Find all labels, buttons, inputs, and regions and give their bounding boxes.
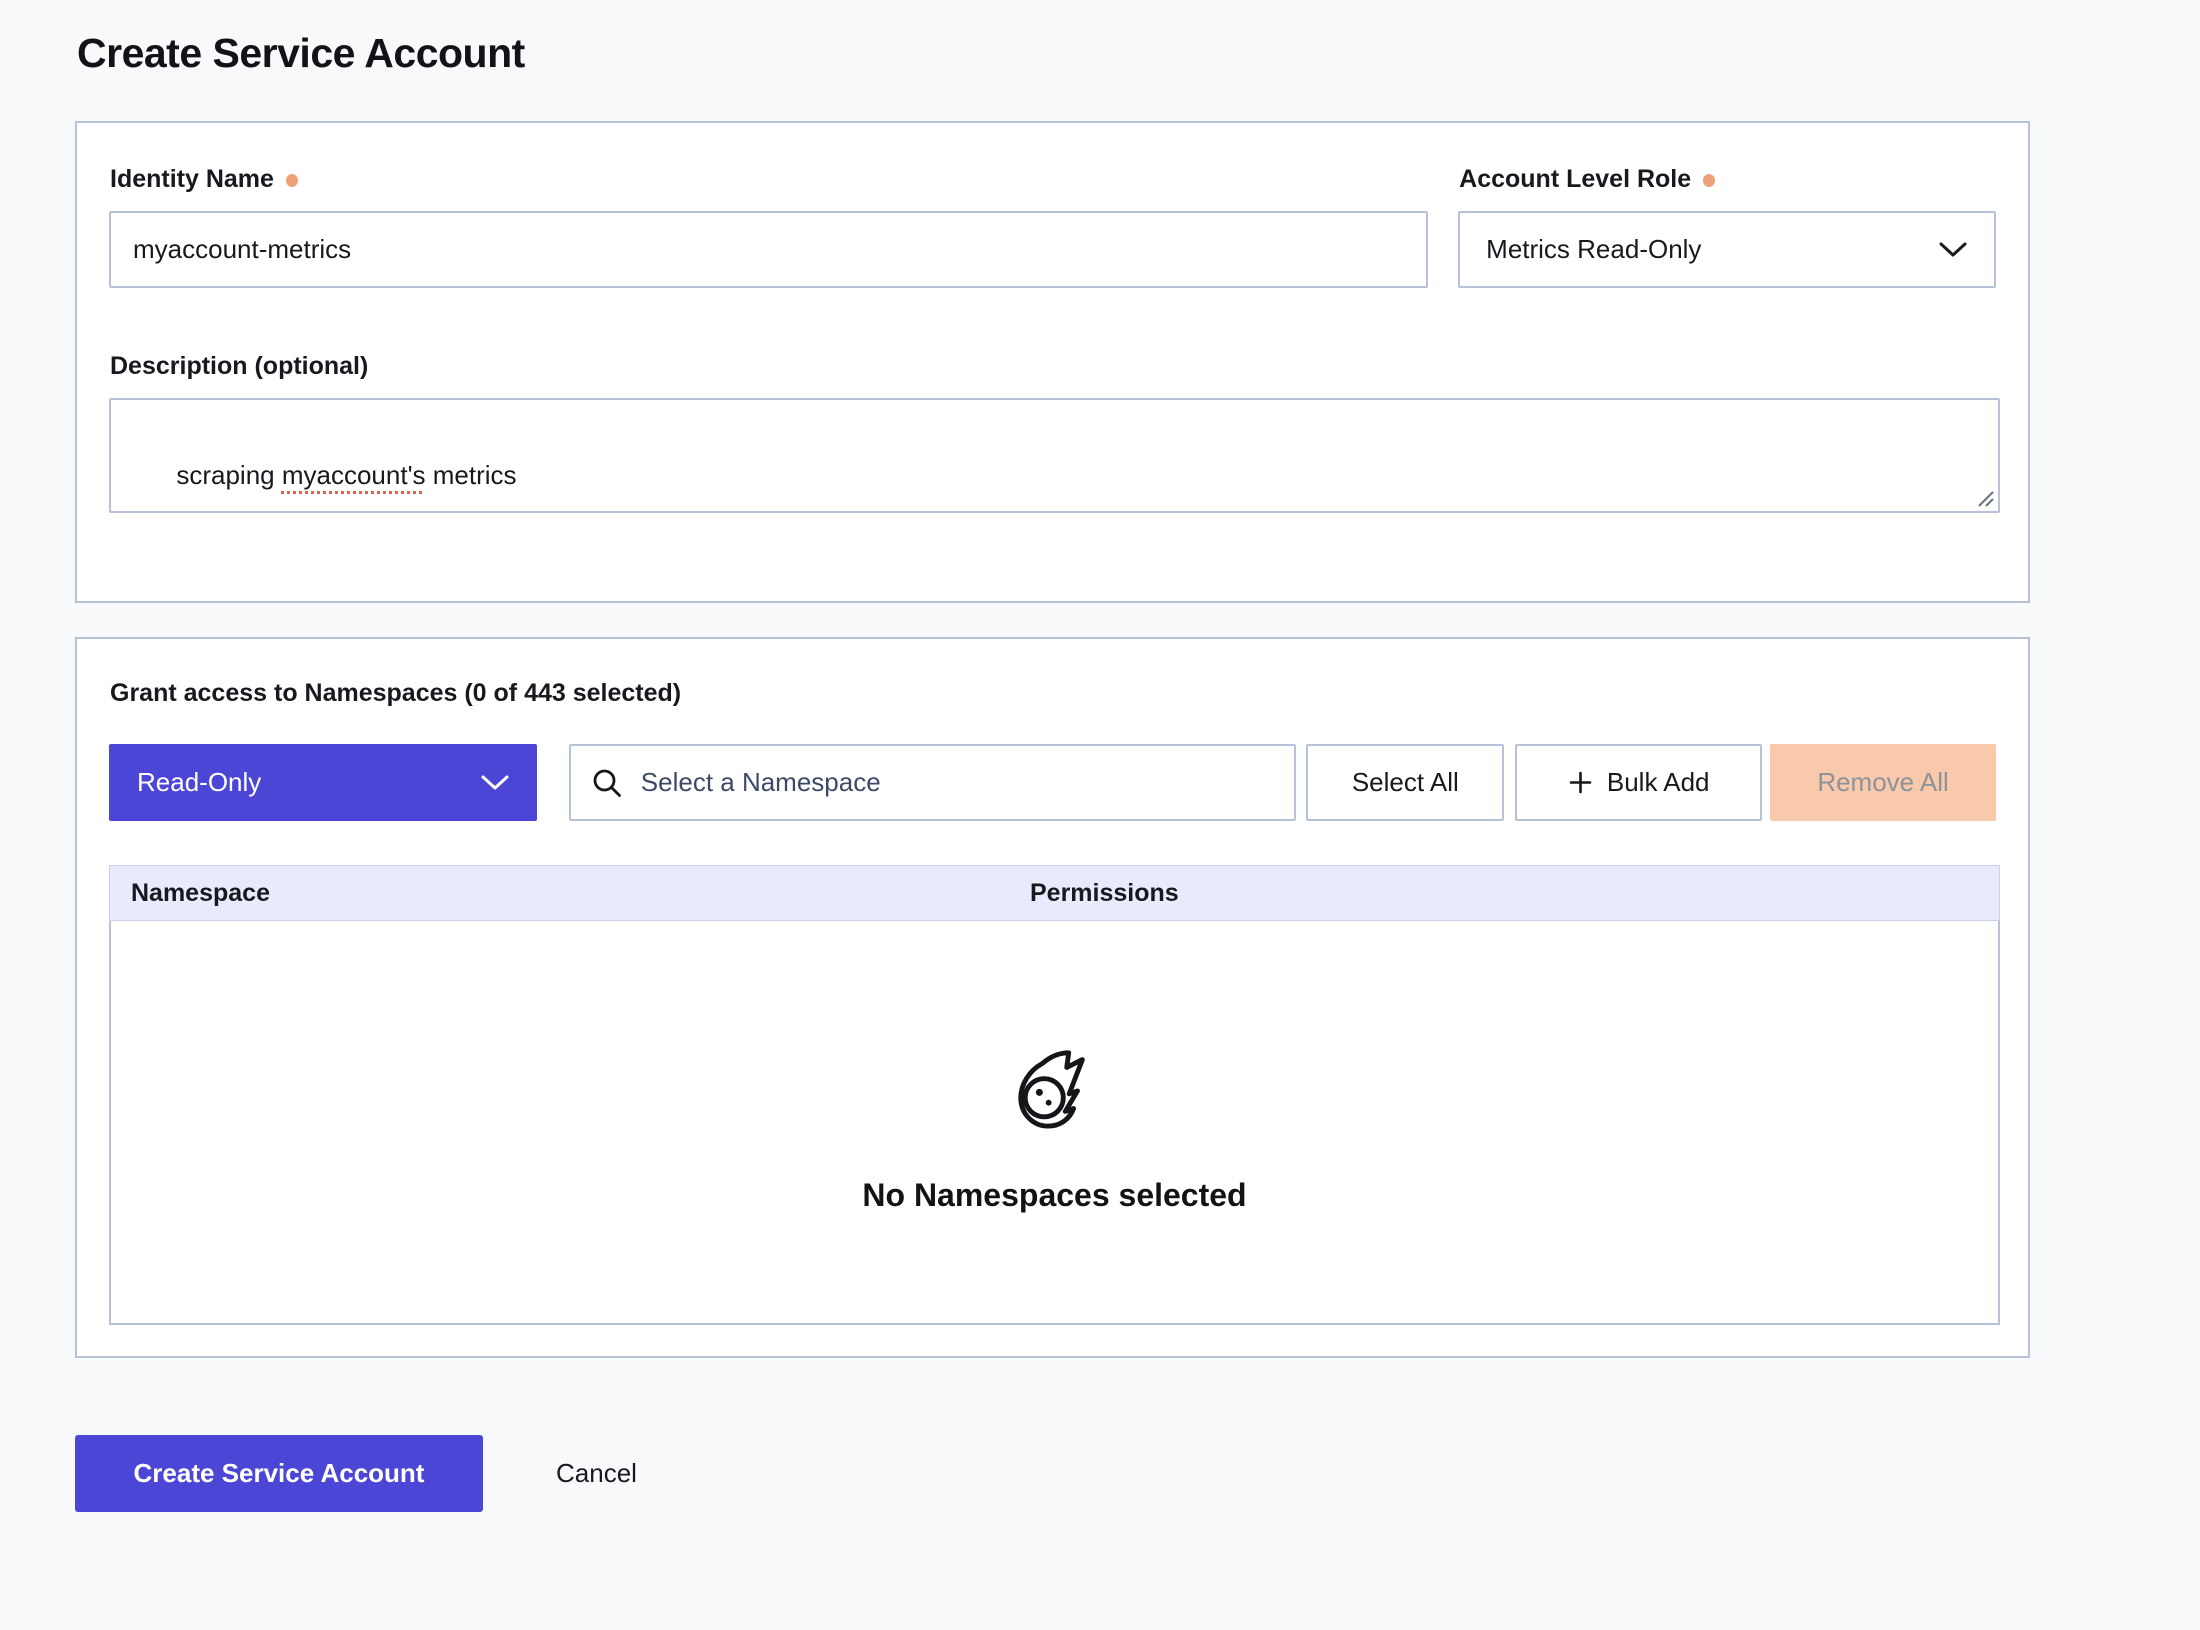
permission-role-dropdown[interactable]: Read-Only [109,744,537,821]
identity-name-label-text: Identity Name [110,164,274,194]
required-dot [286,174,298,187]
search-icon [591,767,623,799]
account-level-role-label: Account Level Role [1459,164,1996,194]
namespaces-card: Grant access to Namespaces (0 of 443 sel… [75,637,2030,1358]
chevron-down-icon [481,775,509,791]
namespace-search-box[interactable] [569,744,1297,821]
namespaces-table-empty-body: No Namespaces selected [109,921,2000,1325]
chevron-down-icon [1938,241,1968,258]
description-label-text: Description (optional) [110,351,368,381]
identity-name-input[interactable] [109,211,1428,288]
required-dot [1703,174,1715,187]
namespace-search-input[interactable] [639,766,1275,799]
permission-role-value: Read-Only [137,767,261,798]
column-header-permissions: Permissions [1030,879,1179,908]
column-header-namespace: Namespace [110,879,1030,908]
page-title: Create Service Account [77,30,2200,77]
create-service-account-button[interactable]: Create Service Account [75,1435,483,1512]
bulk-add-label: Bulk Add [1607,767,1710,798]
description-misspelled-word: myaccount's [282,460,426,490]
service-account-form-card: Identity Name Account Level Role Metrics… [75,121,2030,603]
meteor-icon [1011,1043,1099,1131]
namespaces-heading: Grant access to Namespaces (0 of 443 sel… [110,678,1996,708]
cancel-button[interactable]: Cancel [550,1457,643,1490]
description-text: metrics [426,460,517,490]
resize-handle-icon[interactable] [1975,488,1995,508]
description-label: Description (optional) [110,351,1996,381]
identity-name-label: Identity Name [110,164,1428,194]
account-level-role-label-text: Account Level Role [1459,164,1691,194]
namespaces-table: Namespace Permissions No Namespaces sele… [109,865,2000,1325]
bulk-add-button[interactable]: Bulk Add [1515,744,1762,821]
account-level-role-select[interactable]: Metrics Read-Only [1458,211,1996,288]
remove-all-button[interactable]: Remove All [1770,744,1996,821]
namespaces-table-header: Namespace Permissions [109,865,2000,921]
plus-icon [1568,770,1593,795]
description-textarea[interactable]: scraping myaccount's metrics [109,398,2000,513]
description-text: scraping [176,460,282,490]
empty-state-text: No Namespaces selected [862,1177,1246,1214]
account-level-role-value: Metrics Read-Only [1486,234,1701,265]
select-all-button[interactable]: Select All [1306,744,1504,821]
